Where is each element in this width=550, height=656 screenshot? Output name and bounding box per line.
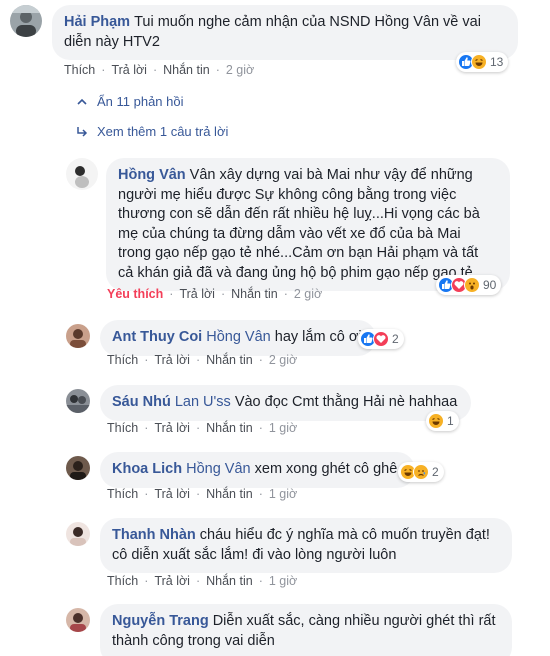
- author-name[interactable]: Hồng Vân: [118, 167, 186, 183]
- comment-actions: Thích · Trả lời · Nhắn tin · 1 giờ: [107, 487, 298, 501]
- reply-button[interactable]: Trả lời: [154, 574, 190, 588]
- comment-actions: Thích · Trả lời · Nhắn tin · 1 giờ: [107, 421, 298, 435]
- reply-button[interactable]: Trả lời: [154, 421, 190, 435]
- reaction-summary[interactable]: 2: [398, 462, 444, 482]
- like-button[interactable]: Thích: [107, 353, 138, 367]
- more-replies-link[interactable]: Xem thêm 1 câu trả lời: [75, 124, 228, 139]
- message-button[interactable]: Nhắn tin: [206, 353, 253, 367]
- reply-arrow-icon: [77, 126, 88, 137]
- mention-tag[interactable]: Hồng Vân: [206, 329, 271, 345]
- comment-hai-pham: Hải Phạm Tui muốn nghe cảm nhận của NSND …: [10, 5, 518, 60]
- author-name[interactable]: Sáu Nhú: [112, 394, 171, 410]
- author-name[interactable]: Nguyễn Trang: [112, 613, 209, 629]
- avatar[interactable]: [66, 608, 90, 632]
- reaction-summary[interactable]: 13: [456, 52, 509, 72]
- reaction-summary[interactable]: 2: [358, 329, 404, 349]
- avatar[interactable]: [66, 158, 98, 190]
- haha-reaction-icon: [428, 413, 444, 429]
- comment-bubble: Hải Phạm Tui muốn nghe cảm nhận của NSND …: [52, 5, 518, 60]
- more-replies-label: Xem thêm 1 câu trả lời: [97, 124, 229, 139]
- comment-bubble: Thanh Nhàn cháu hiểu đc ý nghĩa mà cô muố…: [100, 518, 512, 573]
- love-reaction-icon: [373, 331, 389, 347]
- author-name[interactable]: Thanh Nhàn: [112, 527, 196, 543]
- comment-bubble: Nguyễn Trang Diễn xuất sắc, càng nhiều ng…: [100, 604, 512, 656]
- like-button[interactable]: Thích: [107, 574, 138, 588]
- avatar[interactable]: [66, 389, 90, 413]
- comment-actions: Yêu thích · Trả lời · Nhắn tin · 2 giờ: [107, 287, 323, 301]
- comment-hong-van: Hồng Vân Vân xây dựng vai bà Mai như vậy …: [66, 158, 510, 291]
- avatar[interactable]: [66, 456, 90, 480]
- timestamp[interactable]: 1 giờ: [269, 574, 297, 588]
- message-button[interactable]: Nhắn tin: [231, 287, 278, 301]
- reaction-count: 90: [483, 278, 497, 292]
- like-button[interactable]: Thích: [107, 487, 138, 501]
- reply-button[interactable]: Trả lời: [111, 63, 147, 77]
- comment-sau-nhu: Sáu Nhú Lan U'ss Vào đọc Cmt thằng Hải nè…: [66, 385, 472, 421]
- comment-actions: Thích · Trả lời · Nhắn tin · 2 giờ: [107, 353, 298, 367]
- like-button[interactable]: Thích: [107, 421, 138, 435]
- reaction-count: 13: [490, 55, 504, 69]
- timestamp[interactable]: 2 giờ: [269, 353, 297, 367]
- comment-nguyen-trang: Nguyễn Trang Diễn xuất sắc, càng nhiều ng…: [66, 604, 512, 656]
- comment-text: Vân xây dựng vai bà Mai như vậy để những…: [118, 167, 480, 281]
- reaction-summary[interactable]: 1: [426, 411, 459, 431]
- avatar[interactable]: [66, 522, 90, 546]
- avatar[interactable]: [10, 5, 42, 37]
- reaction-count: 1: [447, 414, 454, 428]
- message-button[interactable]: Nhắn tin: [206, 421, 253, 435]
- comment-bubble: Hồng Vân Vân xây dựng vai bà Mai như vậy …: [106, 158, 510, 291]
- hide-replies-link[interactable]: Ẩn 11 phản hồi: [75, 94, 184, 109]
- message-button[interactable]: Nhắn tin: [206, 574, 253, 588]
- comment-text: Vào đọc Cmt thằng Hải nè hahhaa: [234, 394, 458, 410]
- reaction-count: 2: [392, 332, 399, 346]
- message-button[interactable]: Nhắn tin: [206, 487, 253, 501]
- reply-button[interactable]: Trả lời: [154, 487, 190, 501]
- haha-reaction-icon: [471, 54, 487, 70]
- hide-replies-label: Ẩn 11 phản hồi: [97, 94, 184, 109]
- message-button[interactable]: Nhắn tin: [163, 63, 210, 77]
- author-name[interactable]: Ant Thuy Coi: [112, 329, 202, 345]
- mention-tag[interactable]: Lan U'ss: [175, 394, 231, 410]
- like-button[interactable]: Thích: [64, 63, 95, 77]
- mention-tag[interactable]: Hồng Vân: [186, 461, 251, 477]
- timestamp[interactable]: 2 giờ: [226, 63, 254, 77]
- comment-text: xem xong ghét cô ghê.: [254, 461, 402, 477]
- comment-bubble: Sáu Nhú Lan U'ss Vào đọc Cmt thằng Hải nè…: [100, 385, 472, 421]
- reaction-summary[interactable]: 90: [436, 275, 502, 295]
- reply-button[interactable]: Trả lời: [179, 287, 215, 301]
- comment-bubble: Khoa Lich Hồng Vân xem xong ghét cô ghê.: [100, 452, 416, 488]
- comment-thanh-nhan: Thanh Nhàn cháu hiểu đc ý nghĩa mà cô muố…: [66, 518, 512, 573]
- comment-bubble: Ant Thuy Coi Hồng Vân hay lắm cô ơi: [100, 320, 376, 356]
- timestamp[interactable]: 1 giờ: [269, 487, 297, 501]
- timestamp[interactable]: 2 giờ: [294, 287, 322, 301]
- reaction-count: 2: [432, 465, 439, 479]
- comment-ant-thuy-coi: Ant Thuy Coi Hồng Vân hay lắm cô ơi: [66, 320, 376, 356]
- chevron-up-icon: [77, 98, 87, 105]
- love-button[interactable]: Yêu thích: [107, 287, 163, 301]
- author-name[interactable]: Khoa Lich: [112, 461, 182, 477]
- avatar[interactable]: [66, 324, 90, 348]
- comment-text: hay lắm cô ơi: [274, 329, 362, 345]
- sad-reaction-icon: [413, 464, 429, 480]
- reply-button[interactable]: Trả lời: [154, 353, 190, 367]
- comment-actions: Thích · Trả lời · Nhắn tin · 2 giờ: [64, 63, 255, 77]
- author-name[interactable]: Hải Phạm: [64, 14, 130, 30]
- wow-reaction-icon: [464, 277, 480, 293]
- comment-actions: Thích · Trả lời · Nhắn tin · 1 giờ: [107, 574, 298, 588]
- comment-khoa-lich: Khoa Lich Hồng Vân xem xong ghét cô ghê.: [66, 452, 416, 488]
- timestamp[interactable]: 1 giờ: [269, 421, 297, 435]
